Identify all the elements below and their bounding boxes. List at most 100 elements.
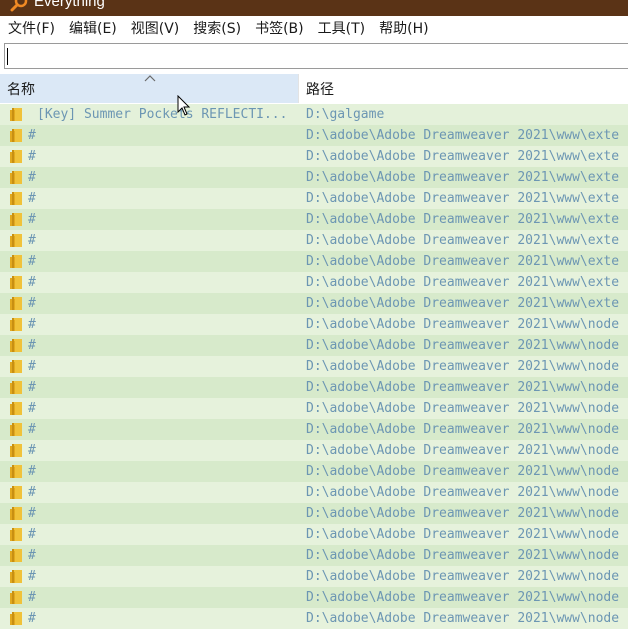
name-cell: # — [0, 335, 299, 356]
name-cell: # — [0, 524, 299, 545]
name-cell: # — [0, 314, 299, 335]
file-path: D:\adobe\Adobe Dreamweaver 2021\www\node — [299, 482, 628, 503]
table-row[interactable]: # D:\adobe\Adobe Dreamweaver 2021\www\ext… — [0, 146, 628, 167]
folder-icon — [10, 318, 22, 331]
table-row[interactable]: # D:\adobe\Adobe Dreamweaver 2021\www\nod… — [0, 461, 628, 482]
table-row[interactable]: # D:\adobe\Adobe Dreamweaver 2021\www\nod… — [0, 482, 628, 503]
file-name: # — [28, 191, 36, 206]
file-path: D:\adobe\Adobe Dreamweaver 2021\www\node — [299, 587, 628, 608]
file-path: D:\adobe\Adobe Dreamweaver 2021\www\exte — [299, 293, 628, 314]
table-row[interactable]: # D:\adobe\Adobe Dreamweaver 2021\www\nod… — [0, 566, 628, 587]
file-name: # — [28, 611, 36, 626]
folder-icon — [10, 444, 22, 457]
folder-icon — [10, 570, 22, 583]
folder-icon — [10, 612, 22, 625]
menu-bar: 文件(F) 编辑(E) 视图(V) 搜索(S) 书签(B) 工具(T) 帮助(H) — [0, 16, 628, 42]
folder-icon — [10, 339, 22, 352]
file-name: # — [28, 485, 36, 500]
table-row[interactable]: # D:\adobe\Adobe Dreamweaver 2021\www\nod… — [0, 419, 628, 440]
name-cell: # — [0, 398, 299, 419]
name-cell: # — [0, 503, 299, 524]
table-row[interactable]: # D:\adobe\Adobe Dreamweaver 2021\www\nod… — [0, 440, 628, 461]
file-name: # — [28, 359, 36, 374]
menu-help[interactable]: 帮助(H) — [372, 16, 435, 42]
column-header-path-label: 路径 — [306, 82, 334, 98]
table-row[interactable]: [Key] Summer Pockets REFLECTI... D:\galga… — [0, 104, 628, 125]
folder-icon — [10, 528, 22, 541]
file-path: D:\adobe\Adobe Dreamweaver 2021\www\exte — [299, 125, 628, 146]
name-cell: # — [0, 440, 299, 461]
table-row[interactable]: # D:\adobe\Adobe Dreamweaver 2021\www\nod… — [0, 587, 628, 608]
file-name: # — [28, 128, 36, 143]
name-cell: # — [0, 230, 299, 251]
file-name: # — [28, 569, 36, 584]
column-header-path[interactable]: 路径 — [299, 74, 628, 103]
folder-icon — [10, 276, 22, 289]
folder-icon — [10, 234, 22, 247]
table-row[interactable]: # D:\adobe\Adobe Dreamweaver 2021\www\nod… — [0, 314, 628, 335]
table-row[interactable]: # D:\adobe\Adobe Dreamweaver 2021\www\nod… — [0, 356, 628, 377]
folder-icon — [10, 486, 22, 499]
table-row[interactable]: # D:\adobe\Adobe Dreamweaver 2021\www\nod… — [0, 377, 628, 398]
file-path: D:\adobe\Adobe Dreamweaver 2021\www\node — [299, 461, 628, 482]
name-cell: # — [0, 188, 299, 209]
file-name: # — [28, 233, 36, 248]
menu-search[interactable]: 搜索(S) — [186, 16, 248, 42]
file-name: # — [28, 527, 36, 542]
file-name: # — [28, 170, 36, 185]
folder-icon — [10, 213, 22, 226]
name-cell: # — [0, 461, 299, 482]
name-cell: # — [0, 167, 299, 188]
name-cell: # — [0, 272, 299, 293]
table-row[interactable]: # D:\adobe\Adobe Dreamweaver 2021\www\nod… — [0, 545, 628, 566]
file-path: D:\adobe\Adobe Dreamweaver 2021\www\node — [299, 356, 628, 377]
file-name: # — [28, 443, 36, 458]
table-row[interactable]: # D:\adobe\Adobe Dreamweaver 2021\www\ext… — [0, 293, 628, 314]
table-row[interactable]: # D:\adobe\Adobe Dreamweaver 2021\www\nod… — [0, 608, 628, 629]
file-path: D:\adobe\Adobe Dreamweaver 2021\www\node — [299, 398, 628, 419]
table-row[interactable]: # D:\adobe\Adobe Dreamweaver 2021\www\nod… — [0, 524, 628, 545]
folder-icon — [10, 150, 22, 163]
folder-icon — [10, 297, 22, 310]
column-header-name[interactable]: 名称 — [0, 74, 299, 103]
folder-icon — [10, 402, 22, 415]
search-bar — [0, 42, 628, 72]
file-name: # — [28, 317, 36, 332]
table-row[interactable]: # D:\adobe\Adobe Dreamweaver 2021\www\ext… — [0, 125, 628, 146]
file-name: # — [28, 212, 36, 227]
file-path: D:\adobe\Adobe Dreamweaver 2021\www\exte — [299, 272, 628, 293]
table-row[interactable]: # D:\adobe\Adobe Dreamweaver 2021\www\nod… — [0, 398, 628, 419]
table-row[interactable]: # D:\adobe\Adobe Dreamweaver 2021\www\ext… — [0, 230, 628, 251]
text-caret — [7, 48, 8, 65]
name-cell: # — [0, 146, 299, 167]
table-row[interactable]: # D:\adobe\Adobe Dreamweaver 2021\www\ext… — [0, 272, 628, 293]
table-row[interactable]: # D:\adobe\Adobe Dreamweaver 2021\www\ext… — [0, 188, 628, 209]
file-path: D:\adobe\Adobe Dreamweaver 2021\www\exte — [299, 146, 628, 167]
title-bar[interactable]: Everything — [0, 0, 628, 16]
file-name: # — [28, 590, 36, 605]
sort-ascending-caret-icon — [144, 75, 156, 82]
menu-bookmarks[interactable]: 书签(B) — [248, 16, 311, 42]
table-row[interactable]: # D:\adobe\Adobe Dreamweaver 2021\www\ext… — [0, 251, 628, 272]
folder-icon — [10, 171, 22, 184]
folder-icon — [10, 192, 22, 205]
search-input[interactable] — [4, 43, 628, 69]
table-row[interactable]: # D:\adobe\Adobe Dreamweaver 2021\www\ext… — [0, 167, 628, 188]
name-cell: # — [0, 293, 299, 314]
name-cell: # — [0, 209, 299, 230]
name-cell: # — [0, 356, 299, 377]
file-name: # — [28, 422, 36, 437]
table-row[interactable]: # D:\adobe\Adobe Dreamweaver 2021\www\nod… — [0, 335, 628, 356]
menu-file[interactable]: 文件(F) — [1, 16, 62, 42]
name-cell: [Key] Summer Pockets REFLECTI... — [0, 104, 299, 125]
table-row[interactable]: # D:\adobe\Adobe Dreamweaver 2021\www\nod… — [0, 503, 628, 524]
menu-edit[interactable]: 编辑(E) — [62, 16, 124, 42]
file-name: [Key] Summer Pockets REFLECTI... — [37, 107, 288, 122]
file-name: # — [28, 149, 36, 164]
folder-icon — [10, 129, 22, 142]
table-row[interactable]: # D:\adobe\Adobe Dreamweaver 2021\www\ext… — [0, 209, 628, 230]
menu-tools[interactable]: 工具(T) — [311, 16, 372, 42]
file-name: # — [28, 338, 36, 353]
menu-view[interactable]: 视图(V) — [124, 16, 187, 42]
file-path: D:\galgame — [299, 104, 628, 125]
